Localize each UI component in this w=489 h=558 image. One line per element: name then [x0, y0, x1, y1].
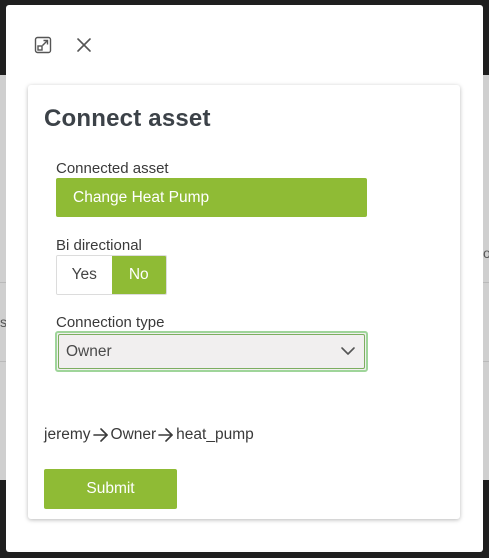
- connection-type-label: Connection type: [56, 314, 165, 331]
- connected-asset-label: Connected asset: [56, 160, 169, 177]
- relation-path: jeremy Owner heat_pump: [44, 426, 254, 444]
- bi-directional-yes-option[interactable]: Yes: [57, 256, 112, 294]
- arrow-right-icon: [92, 428, 109, 442]
- connect-asset-card: Connect asset Connected asset Change Hea…: [28, 85, 460, 519]
- arrow-right-icon: [158, 428, 174, 442]
- close-icon[interactable]: [73, 34, 95, 56]
- connected-asset-value: Change Heat Pump: [56, 178, 367, 217]
- relation-path-from: jeremy: [44, 426, 91, 443]
- connection-type-selected-value: Owner: [66, 343, 112, 360]
- bi-directional-toggle: Yes No: [56, 255, 167, 295]
- card-title: Connect asset: [44, 105, 211, 132]
- relation-path-to: heat_pump: [176, 426, 254, 443]
- relation-path-via: Owner: [110, 426, 157, 443]
- submit-button[interactable]: Submit: [44, 469, 177, 509]
- expand-icon[interactable]: [32, 34, 54, 56]
- chevron-down-icon: [340, 344, 356, 362]
- modal-dialog: Connect asset Connected asset Change Hea…: [6, 5, 483, 552]
- background-text-fragment: o: [483, 245, 489, 261]
- bi-directional-no-option[interactable]: No: [111, 256, 166, 294]
- connection-type-select[interactable]: Owner: [55, 331, 368, 372]
- bi-directional-label: Bi directional: [56, 237, 142, 254]
